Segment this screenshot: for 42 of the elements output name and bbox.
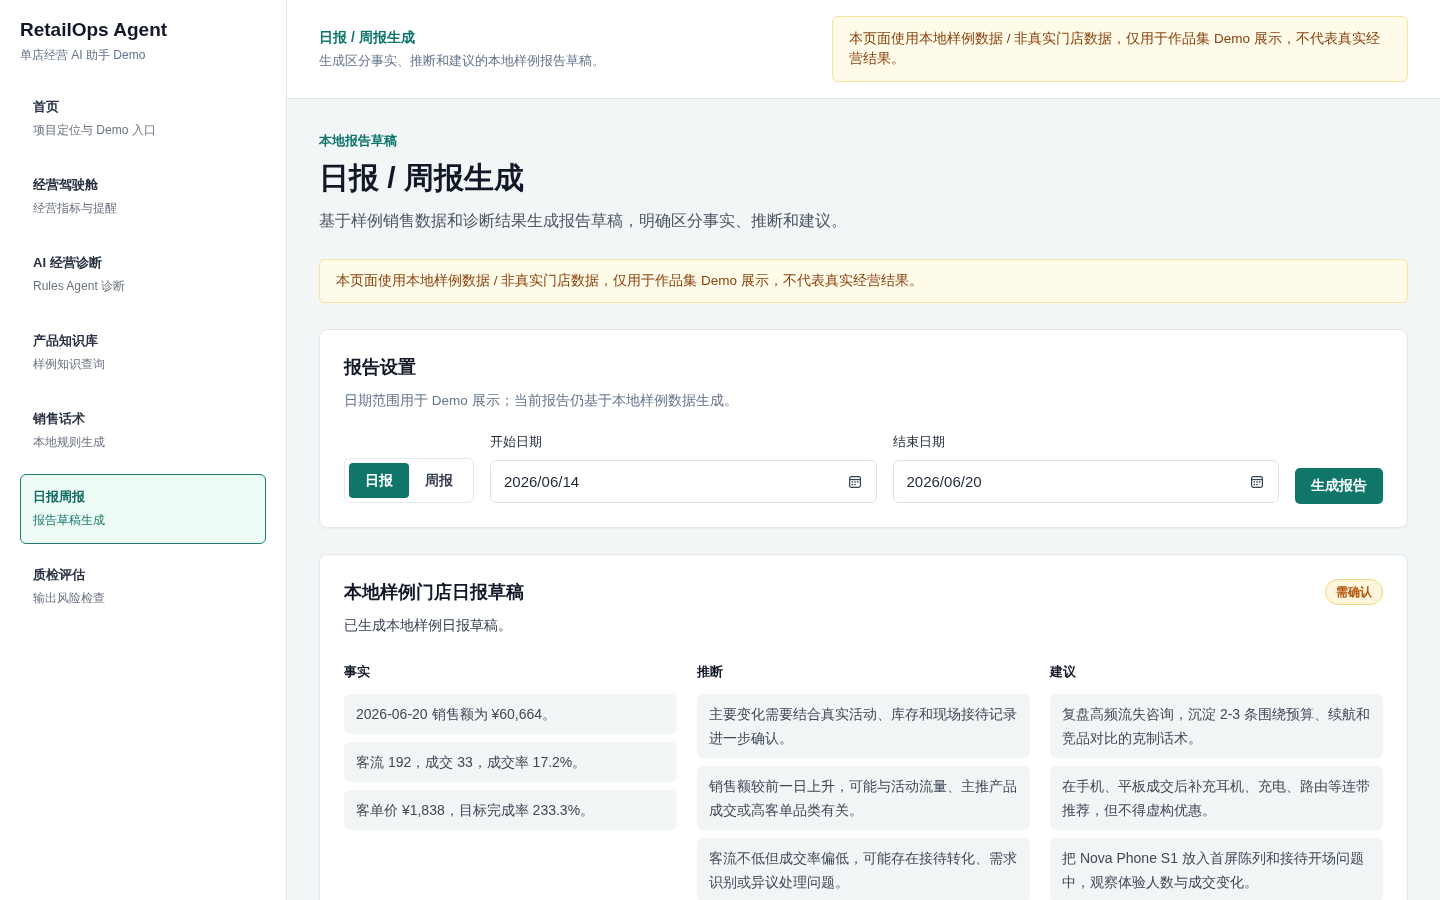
nav-item[interactable]: 销售话术 本地规则生成 <box>20 396 266 466</box>
status-badge: 需确认 <box>1325 579 1383 605</box>
note-card: 客流不低但成交率偏低，可能存在接待转化、需求识别或异议处理问题。 <box>697 838 1030 900</box>
column-heading: 事实 <box>344 663 371 681</box>
app-subtitle: 单店经营 AI 助手 Demo <box>20 47 147 64</box>
note-card: 客流 192，成交 33，成交率 17.2%。 <box>344 742 677 782</box>
note-card: 复盘高频流失咨询，沉淀 2-3 条围绕预算、续航和竞品对比的克制话术。 <box>1050 694 1383 758</box>
column-heading: 建议 <box>1050 663 1077 681</box>
card-hint: 日期范围用于 Demo 展示；当前报告仍基于本地样例数据生成。 <box>344 392 739 410</box>
note-card: 销售额较前一日上升，可能与活动流量、主推产品成交或高客单品类有关。 <box>697 766 1030 830</box>
nav-item[interactable]: AI 经营诊断 Rules Agent 诊断 <box>20 240 266 310</box>
page-subtitle: 生成区分事实、推断和建议的本地样例报告草稿。 <box>319 52 605 70</box>
section-label: 本地报告草稿 <box>319 132 398 150</box>
calendar-icon[interactable] <box>1251 475 1263 488</box>
nav-item[interactable]: 日报周报 报告草稿生成 <box>20 474 266 544</box>
field-label: 开始日期 <box>490 433 543 451</box>
nav-item[interactable]: 首页 项目定位与 Demo 入口 <box>20 84 266 154</box>
note-card: 2026-06-20 销售额为 ¥60,664。 <box>344 694 677 734</box>
nav-item[interactable]: 经营驾驶舱 经营指标与提醒 <box>20 162 266 232</box>
notice-banner: 本页面使用本地样例数据 / 非真实门店数据，仅用于作品集 Demo 展示，不代表真实经营结果。 <box>832 16 1408 82</box>
notice-banner: 本页面使用本地样例数据 / 非真实门店数据，仅用于作品集 Demo 展示，不代表真实经营结果。 <box>319 259 1408 303</box>
field-label: 结束日期 <box>892 433 946 451</box>
nav-item[interactable]: 质检评估 输出风险检查 <box>20 552 266 622</box>
note-card: 在手机、平板成交后补充耳机、充电、路由等连带推荐，但不得虚构优惠。 <box>1050 766 1383 830</box>
report-type-tab[interactable]: 周报 <box>409 463 469 498</box>
note-card: 主要变化需要结合真实活动、库存和现场接待记录进一步确认。 <box>697 694 1030 758</box>
page-description: 基于样例销售数据和诊断结果生成报告草稿，明确区分事实、推断和建议。 <box>319 211 848 231</box>
report-type-tab[interactable]: 日报 <box>349 463 409 498</box>
note-card: 把 Nova Phone S1 放入首屏陈列和接待开场问题中，观察体验人数与成交变化。 <box>1050 838 1383 900</box>
start-date-field[interactable]: 2026/06/14 <box>490 460 877 503</box>
report-status: 已生成本地样例日报草稿。 <box>344 617 513 635</box>
end-date-field[interactable]: 2026/06/20 <box>892 460 1279 503</box>
calendar-icon[interactable] <box>848 475 861 488</box>
card-title: 报告设置 <box>344 356 417 379</box>
card-title: 本地样例门店日报草稿 <box>344 581 524 604</box>
column-heading: 推断 <box>697 663 724 681</box>
nav-item[interactable]: 产品知识库 样例知识查询 <box>20 318 266 388</box>
app-title: RetailOps Agent <box>20 18 169 42</box>
breadcrumb-title: 日报 / 周报生成 <box>319 28 416 47</box>
generate-button[interactable]: 生成报告 <box>1295 468 1383 504</box>
note-card: 客单价 ¥1,838，目标完成率 233.3%。 <box>344 790 677 830</box>
page-title: 日报 / 周报生成 <box>319 160 525 196</box>
